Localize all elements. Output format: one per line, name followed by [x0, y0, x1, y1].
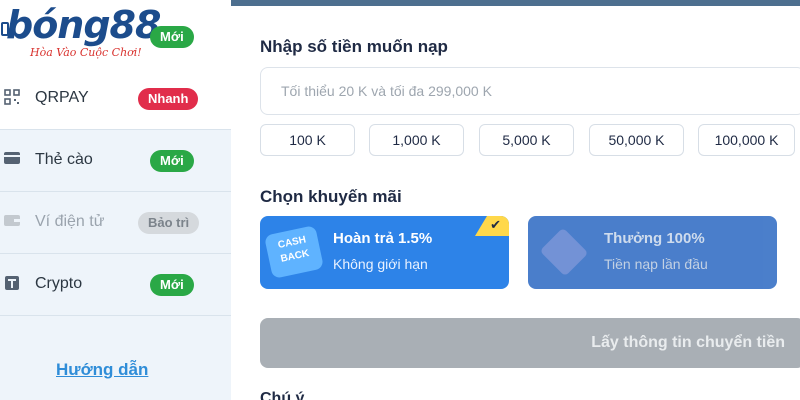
quick-amount-100000k[interactable]: 100,000 K [698, 124, 795, 156]
wallet-icon [3, 213, 21, 231]
status-badge: Mới [150, 150, 194, 172]
amount-section-title: Nhập số tiền muốn nạp [260, 37, 448, 56]
crypto-icon [3, 275, 21, 293]
new-badge: Mới [150, 26, 194, 48]
gift-icon [539, 227, 589, 277]
note-heading: Chú ý [260, 390, 305, 400]
sidebar-item-label: Ví điện tử [35, 213, 105, 230]
sidebar-item-label: Crypto [35, 275, 83, 292]
promo-section-title: Chọn khuyến mãi [260, 187, 402, 206]
deposit-panel: Nhập số tiền muốn nạp 100 K 1,000 K 5,00… [231, 6, 800, 400]
card-icon [3, 151, 21, 169]
brand-slogan: Hòa Vào Cuộc Chơi! [30, 46, 142, 59]
quick-amount-1000k[interactable]: 1,000 K [369, 124, 464, 156]
quick-amount-5000k[interactable]: 5,000 K [479, 124, 574, 156]
logo-area: bóng88 Hòa Vào Cuộc Chơi! Mới [0, 0, 231, 68]
sidebar-item-qrpay[interactable]: QRPAY Nhanh [0, 68, 231, 130]
promo-subtitle: Tiền nạp lần đầu [604, 256, 708, 272]
sidebar-item-scratch-card[interactable]: Thẻ cào Mới [0, 130, 231, 192]
status-badge: Nhanh [138, 88, 199, 110]
check-icon: ✔ [490, 217, 501, 232]
promo-title: Hoàn trả 1.5% [333, 230, 433, 247]
sidebar-item-label: QRPAY [35, 89, 89, 106]
quick-amount-50000k[interactable]: 50,000 K [589, 124, 684, 156]
quick-amount-100k[interactable]: 100 K [260, 124, 355, 156]
sidebar-item-e-wallet[interactable]: Ví điện tử Bảo trì [0, 192, 231, 254]
promo-card-first-deposit[interactable]: Thưởng 100% Tiền nạp lần đầu [528, 216, 777, 289]
guide-link[interactable]: Hướng dẫn [56, 360, 148, 380]
brand-logo: bóng88 [6, 3, 161, 47]
promo-subtitle: Không giới hạn [333, 256, 428, 272]
get-transfer-info-button[interactable]: Lấy thông tin chuyển tiền [260, 318, 800, 368]
sidebar-item-crypto[interactable]: Crypto Mới [0, 254, 231, 316]
promo-card-cashback[interactable]: CASH BACK Hoàn trả 1.5% Không giới hạn ✔ [260, 216, 509, 289]
payment-method-sidebar: bóng88 Hòa Vào Cuộc Chơi! Mới QRPAY Nhan… [0, 0, 231, 400]
cashback-icon: CASH BACK [263, 225, 325, 279]
promo-title: Thưởng 100% [604, 230, 705, 247]
qr-code-icon [3, 89, 21, 107]
sidebar-item-label: Thẻ cào [35, 151, 93, 168]
amount-input[interactable] [260, 67, 800, 115]
status-badge: Bảo trì [138, 212, 200, 234]
status-badge: Mới [150, 274, 194, 296]
